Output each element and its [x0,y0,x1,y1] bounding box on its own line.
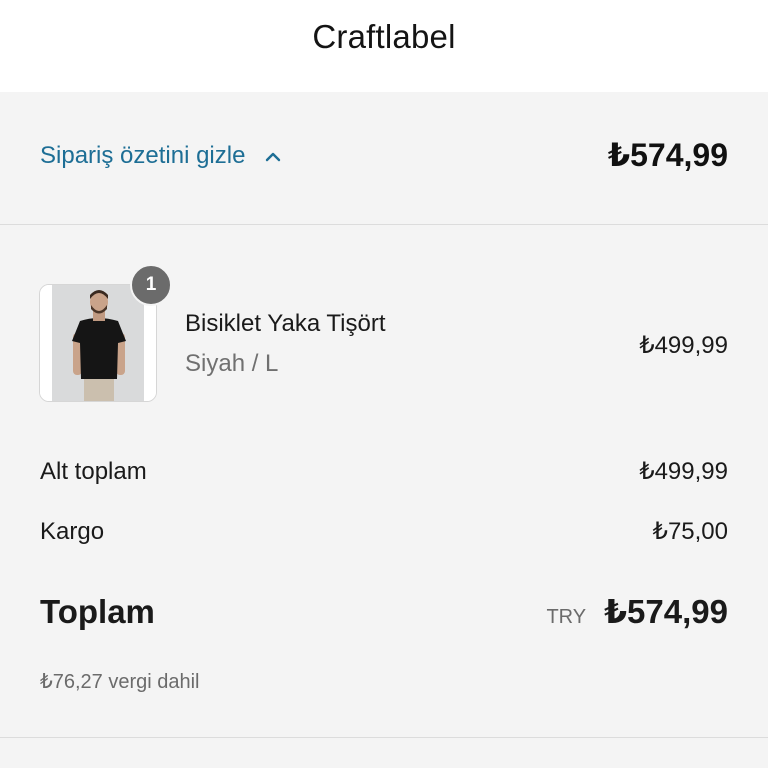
shipping-label: Kargo [40,518,105,545]
quantity-badge: 1 [130,264,172,306]
site-header: Craftlabel [0,0,768,92]
order-summary-toggle-bar[interactable]: Sipariş özetini gizle ₺574,99 [0,92,768,225]
subtotal-value: ₺499,99 [639,458,728,485]
hide-order-summary-label: Sipariş özetini gizle [40,142,246,169]
total-amount: ₺574,99 [604,593,728,630]
subtotal-row: Alt toplam ₺499,99 [40,457,728,486]
shipping-row: Kargo ₺75,00 [40,517,728,546]
total-label: Toplam [40,593,155,630]
subtotal-label: Alt toplam [40,458,147,485]
tax-included-note: ₺76,27 vergi dahil [40,671,200,693]
product-name: Bisiklet Yaka Tişört [185,310,386,337]
line-item: 1 Bisiklet Yaka Tişört Siyah / L ₺499,99 [0,264,768,412]
total-amount-group: TRY ₺574,99 [546,592,728,631]
order-summary: Sipariş özetini gizle ₺574,99 1 Bisiklet… [0,92,768,768]
total-row: Toplam TRY ₺574,99 [40,592,728,631]
brand-logo-text[interactable]: Craftlabel [0,18,768,56]
divider [0,737,768,738]
hide-order-summary-button[interactable]: Sipariş özetini gizle [40,142,283,170]
currency-code: TRY [546,606,587,628]
product-price: ₺499,99 [639,332,728,359]
product-variant: Siyah / L [185,350,279,377]
summary-total-amount: ₺574,99 [607,137,728,173]
shipping-value: ₺75,00 [652,518,728,545]
chevron-up-icon [263,146,283,166]
